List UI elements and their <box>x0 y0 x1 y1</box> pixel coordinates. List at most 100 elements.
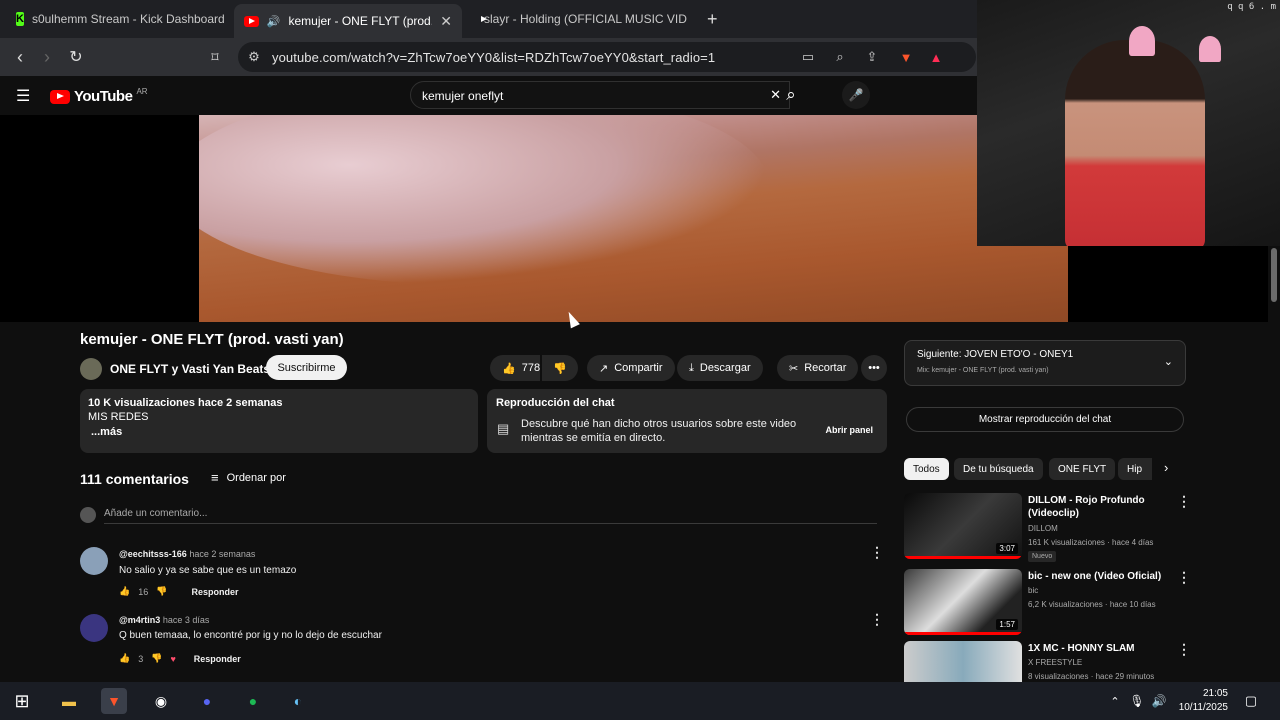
forward-icon[interactable]: › <box>36 46 58 68</box>
comment-actions: 👍 16 👎 Responder <box>119 586 238 597</box>
like-button[interactable]: 👍 778 <box>490 355 540 381</box>
chat-icon: ▤ <box>497 421 510 436</box>
youtube-logo[interactable]: YouTube AR <box>50 87 148 105</box>
search-button[interactable]: ⌕ <box>772 81 810 109</box>
reload-icon[interactable]: ↻ <box>65 46 87 68</box>
comment-user[interactable]: @m4rtin3 <box>119 615 160 625</box>
up-next-box[interactable]: Siguiente: JOVEN ETO'O - ONEY1 Mix: kemu… <box>904 340 1186 386</box>
comment-menu-icon[interactable]: ⋮ <box>870 611 884 628</box>
subscribe-button[interactable]: Suscribirme <box>266 355 347 380</box>
channel-avatar[interactable] <box>80 358 102 380</box>
comment-underline <box>104 523 877 524</box>
thumbs-down-icon[interactable]: 👎 <box>151 653 162 664</box>
overlay-tag: q q 6 . m <box>1227 2 1276 12</box>
menu-icon[interactable]: ☰ <box>16 86 30 106</box>
search-input[interactable]: kemujer oneflyt ✕ <box>410 81 790 109</box>
zoom-icon[interactable]: ⌕ <box>832 49 848 65</box>
video-thumbnail[interactable] <box>904 641 1022 682</box>
chevron-right-icon[interactable]: › <box>1164 460 1168 475</box>
chip-hiphop[interactable]: Hip <box>1118 458 1152 480</box>
scrollbar-thumb[interactable] <box>1271 248 1277 302</box>
description-box[interactable]: 10 K visualizaciones hace 2 semanas MIS … <box>80 389 478 453</box>
thumbs-down-icon[interactable]: 👎 <box>156 586 167 597</box>
file-explorer-icon[interactable]: ▬ <box>56 688 82 714</box>
channel-name[interactable]: ONE FLYT y Vasti Yan Beats <box>110 362 270 376</box>
open-panel-button[interactable]: Abrir panel <box>825 425 873 435</box>
chevron-down-icon[interactable]: ⌄ <box>1164 355 1173 368</box>
video-frame[interactable] <box>199 115 1068 322</box>
site-info-icon[interactable]: ⚙ <box>246 49 262 65</box>
video-title[interactable]: 1X MC - HONNY SLAM <box>1028 642 1168 655</box>
show-more-link[interactable]: ...más <box>91 426 122 438</box>
comment-count: 111 comentarios <box>80 471 189 487</box>
video-title[interactable]: bic - new one (Video Oficial) <box>1028 570 1168 583</box>
share-button[interactable]: ↗ Compartir <box>587 355 675 381</box>
video-thumbnail[interactable]: 1:57 <box>904 569 1022 635</box>
add-comment-field[interactable]: Añade un comentario... <box>104 508 207 519</box>
thumbs-up-icon[interactable]: 👍 <box>119 653 130 664</box>
steam-icon[interactable]: ◐ <box>285 688 311 714</box>
comment-time: hace 3 días <box>162 615 210 625</box>
page-scrollbar[interactable] <box>1268 246 1280 682</box>
notifications-icon[interactable]: ▢ <box>1238 688 1264 714</box>
share-icon[interactable]: ⇪ <box>864 49 880 65</box>
search-value: kemujer oneflyt <box>422 89 504 103</box>
dislike-button[interactable]: 👎 <box>542 355 578 381</box>
video-menu-icon[interactable]: ⋮ <box>1177 569 1191 586</box>
chip-all[interactable]: Todos <box>904 458 949 480</box>
video-title[interactable]: DILLOM - Rojo Profundo (Videoclip) <box>1028 494 1168 520</box>
chip-from-search[interactable]: De tu búsqueda <box>954 458 1043 480</box>
chip-one-flyt[interactable]: ONE FLYT <box>1049 458 1116 480</box>
sort-icon: ≡ <box>211 470 219 485</box>
voice-search-icon[interactable]: 🎤 <box>842 81 870 109</box>
creator-heart-icon: ♥ <box>170 653 176 664</box>
video-thumbnail[interactable]: 3:07 <box>904 493 1022 559</box>
chat-replay-title: Reproducción del chat <box>496 397 615 409</box>
download-button[interactable]: ⤓ Descargar <box>677 355 763 381</box>
tab-kemujer[interactable]: 🔊 kemujer - ONE FLYT (prod. va ✕ <box>234 4 462 38</box>
clip-button[interactable]: ✂ Recortar <box>777 355 859 381</box>
discord-icon[interactable]: ● <box>194 688 220 714</box>
tab-slayr[interactable]: slayr - Holding (OFFICIAL MUSIC VID <box>466 4 691 34</box>
browser-tab-bar: K s0ulhemm Stream - Kick Dashboard 🔊 kem… <box>0 0 977 38</box>
commenter-avatar[interactable] <box>80 614 108 642</box>
video-channel[interactable]: bic <box>1028 586 1038 595</box>
thumbs-up-icon: 👍 <box>502 362 516 375</box>
address-bar-row: ‹ › ↻ ⌑ ⚙ youtube.com/watch?v=ZhTcw7oeYY… <box>0 38 977 76</box>
commenter-avatar[interactable] <box>80 547 108 575</box>
video-menu-icon[interactable]: ⋮ <box>1177 641 1191 658</box>
sort-button[interactable]: ≡ Ordenar por <box>211 470 286 485</box>
reply-button[interactable]: Responder <box>194 654 241 664</box>
comment-user[interactable]: @eechitsss-166 <box>119 549 187 559</box>
bookmark-icon[interactable]: ⌑ <box>204 46 226 68</box>
comment-likes: 3 <box>138 653 144 664</box>
youtube-play-icon <box>50 89 70 104</box>
brave-shield-icon[interactable]: ▼ <box>898 49 914 65</box>
speaker-icon: 🔊 <box>266 15 281 28</box>
watched-progress <box>904 632 1022 635</box>
video-channel[interactable]: X FREESTYLE <box>1028 658 1082 667</box>
show-chat-replay-button[interactable]: Mostrar reproducción del chat <box>906 407 1184 432</box>
obs-icon[interactable]: ◉ <box>148 688 174 714</box>
youtube-wordmark: YouTube <box>74 88 133 105</box>
video-menu-icon[interactable]: ⋮ <box>1177 493 1191 510</box>
cast-icon[interactable]: ▭ <box>800 49 816 65</box>
comment-menu-icon[interactable]: ⋮ <box>870 544 884 561</box>
windows-start-icon[interactable]: ⊞ <box>9 688 35 714</box>
video-channel[interactable]: DILLOM <box>1028 524 1058 533</box>
video-meta: 161 K visualizaciones · hace 4 días <box>1028 538 1154 547</box>
spotify-icon[interactable]: ● <box>240 688 266 714</box>
url-field[interactable]: ⚙ youtube.com/watch?v=ZhTcw7oeYY0&list=R… <box>238 42 976 72</box>
system-clock[interactable]: 21:05 10/11/2025 <box>1179 687 1228 715</box>
reply-button[interactable]: Responder <box>191 587 238 597</box>
thumbs-up-icon[interactable]: 👍 <box>119 586 130 597</box>
back-icon[interactable]: ‹ <box>9 46 31 68</box>
comment-likes: 16 <box>138 586 149 597</box>
volume-icon[interactable]: 🔊 <box>1146 688 1172 714</box>
new-tab-button[interactable]: + <box>697 4 727 34</box>
close-tab-icon[interactable]: ✕ <box>440 13 452 30</box>
brave-rewards-icon[interactable]: ▲ <box>928 49 944 65</box>
tab-kick-dashboard[interactable]: K s0ulhemm Stream - Kick Dashboard <box>6 4 231 34</box>
more-actions-button[interactable]: ••• <box>861 355 887 381</box>
brave-browser-icon[interactable]: ▼ <box>101 688 127 714</box>
